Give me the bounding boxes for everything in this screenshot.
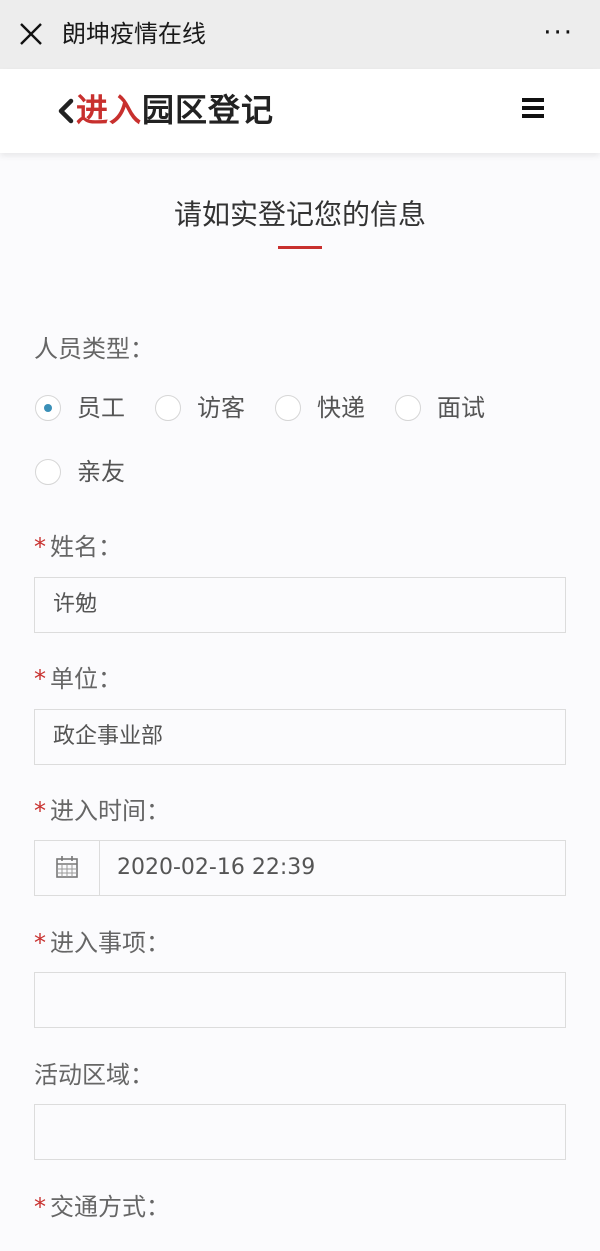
required-mark: * [34,1193,46,1221]
hamburger-menu-icon[interactable] [522,98,544,120]
radio-label: 快递 [317,394,365,422]
transport-label: * 交通方式： [34,1190,170,1224]
app-header: 进入园区登记 [0,69,600,153]
radio-circle[interactable] [395,395,421,421]
unit-label: * 单位： [34,662,122,696]
page-title-accent: 进入 [76,91,143,129]
radio-label: 员工 [77,394,125,422]
required-mark: * [34,797,46,825]
name-label-text: 姓名： [50,533,122,561]
form-title: 请如实登记您的信息 [173,198,426,231]
title-underline [278,246,322,249]
name-label: * 姓名： [34,530,122,564]
person-type-label: 人员类型： [34,335,154,363]
window-title: 朗坤疫情在线 [62,20,206,48]
unit-value: 政企事业部 [53,724,164,749]
entry-time-label-text: 进入时间： [50,797,170,825]
entry-matter-label: * 进入事项： [34,926,170,960]
required-mark: * [34,665,46,693]
entry-time-label: * 进入时间： [34,794,170,828]
page-title-main: 园区登记 [142,91,275,129]
unit-field[interactable]: 政企事业部 [34,709,566,765]
entry-matter-label-text: 进入事项： [50,929,170,957]
radio-employee[interactable]: 员工 [35,391,125,425]
activity-area-field[interactable] [34,1104,566,1160]
calendar-button[interactable] [35,841,100,895]
transport-label-text: 交通方式： [50,1193,170,1221]
unit-label-text: 单位： [50,665,122,693]
required-mark: * [34,929,46,957]
radio-courier[interactable]: 快递 [275,391,365,425]
window-bar: 朗坤疫情在线 ··· [0,0,600,69]
calendar-icon [56,856,78,878]
radio-circle[interactable] [35,395,61,421]
radio-circle[interactable] [35,459,61,485]
radio-circle[interactable] [155,395,181,421]
radio-label: 访客 [197,394,245,422]
entry-time-value: 2020-02-16 22:39 [117,855,316,880]
radio-circle[interactable] [275,395,301,421]
name-value: 许勉 [53,592,98,617]
chevron-left-icon[interactable] [54,96,76,126]
more-options-icon[interactable]: ··· [543,20,574,46]
required-mark: * [34,533,46,561]
entry-matter-field[interactable] [34,972,566,1028]
radio-interview[interactable]: 面试 [395,391,485,425]
entry-time-field[interactable]: 2020-02-16 22:39 [34,840,566,896]
page-title: 进入园区登记 [76,87,274,133]
radio-relative[interactable]: 亲友 [35,455,125,489]
name-field[interactable]: 许勉 [34,577,566,633]
radio-label: 面试 [437,394,485,422]
close-icon[interactable] [18,21,44,47]
radio-label: 亲友 [77,458,125,486]
activity-area-label: 活动区域： [34,1061,154,1089]
radio-visitor[interactable]: 访客 [155,391,245,425]
